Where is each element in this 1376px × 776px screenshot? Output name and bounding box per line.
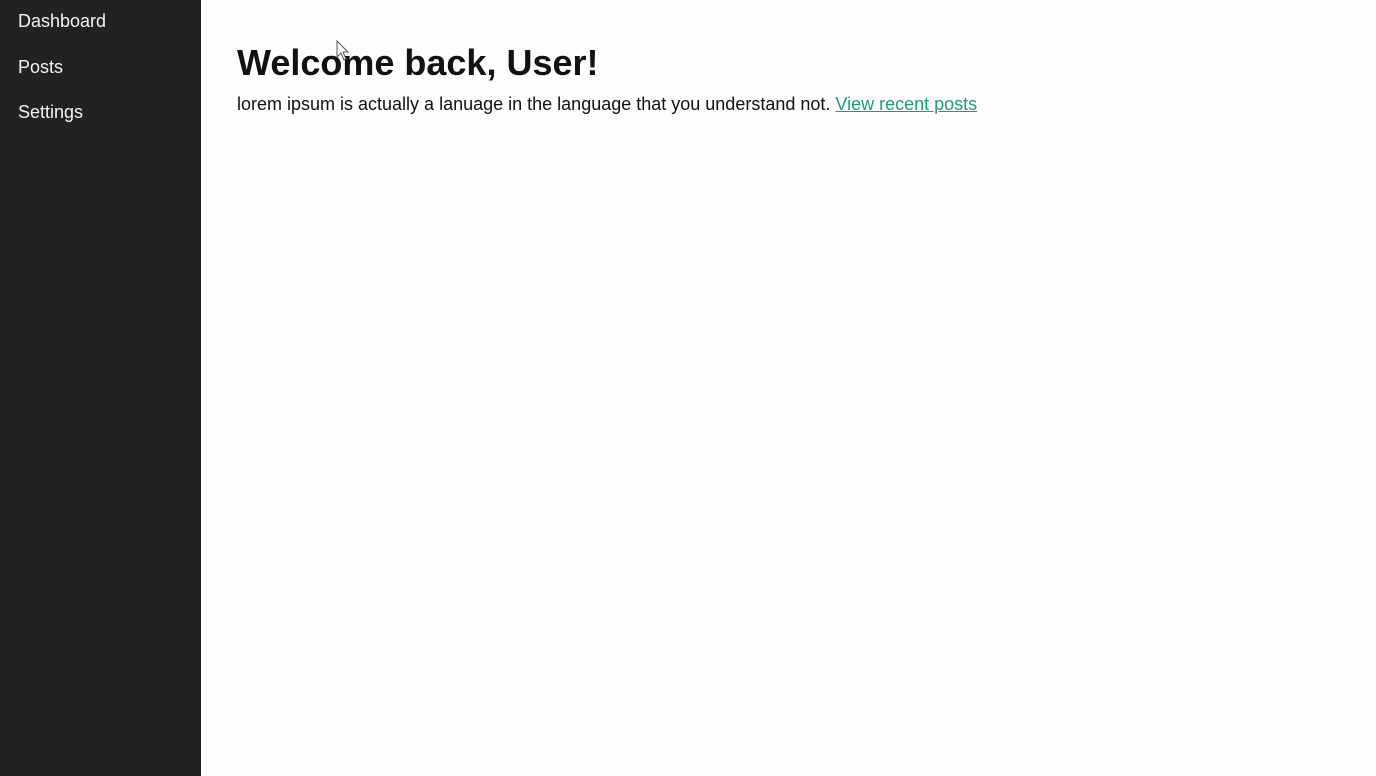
view-recent-posts-link[interactable]: View recent posts bbox=[835, 94, 977, 114]
sidebar-item-dashboard[interactable]: Dashboard bbox=[0, 7, 201, 35]
mouse-pointer-icon bbox=[336, 40, 350, 61]
intro-paragraph: lorem ipsum is actually a lanuage in the… bbox=[237, 91, 1376, 117]
sidebar-item-posts[interactable]: Posts bbox=[0, 53, 201, 81]
sidebar-item-settings[interactable]: Settings bbox=[0, 98, 201, 126]
sidebar: Dashboard Posts Settings bbox=[0, 0, 201, 776]
main-content: Welcome back, User! lorem ipsum is actua… bbox=[201, 0, 1376, 776]
app-window: Dashboard Posts Settings Welcome back, U… bbox=[0, 0, 1376, 776]
intro-text: lorem ipsum is actually a lanuage in the… bbox=[237, 94, 836, 114]
page-title: Welcome back, User! bbox=[237, 42, 599, 83]
